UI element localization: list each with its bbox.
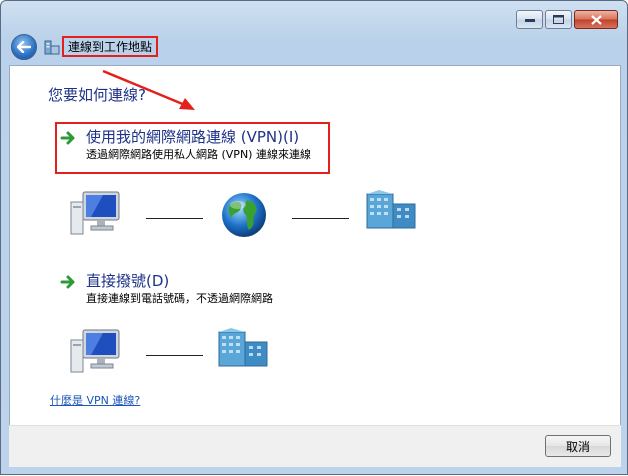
window-title: 連線到工作地點 — [62, 36, 159, 57]
connection-line — [146, 218, 203, 219]
option-vpn[interactable]: 使用我的網際網路連線 (VPN)(I) 透過網際網路使用私人網路 (VPN) 連… — [60, 127, 311, 163]
option-dial-up-text: 直接撥號(D) 直接連線到電話號碼，不透過網際網路 — [86, 271, 273, 307]
back-button[interactable] — [11, 34, 37, 60]
green-arrow-icon — [60, 275, 75, 289]
window-title-text: 連線到工作地點 — [68, 40, 153, 54]
option-dial-up-title: 直接撥號(D) — [86, 272, 170, 290]
connection-line — [292, 218, 349, 219]
option-dial-up[interactable]: 直接撥號(D) 直接連線到電話號碼，不透過網際網路 — [60, 271, 273, 307]
office-building-icon — [366, 190, 416, 229]
computer-icon — [70, 191, 120, 235]
option-dial-up-description: 直接連線到電話號碼，不透過網際網路 — [86, 292, 273, 305]
vpn-help-link[interactable]: 什麼是 VPN 連線? — [50, 392, 140, 408]
option-vpn-title: 使用我的網際網路連線 (VPN)(I) — [86, 128, 300, 146]
network-folder-icon — [44, 40, 60, 55]
back-arrow-icon — [17, 41, 31, 53]
close-icon — [590, 14, 602, 25]
option-vpn-description: 透過網際網路使用私人網路 (VPN) 連線來連線 — [86, 148, 311, 161]
globe-icon — [222, 193, 266, 237]
computer-icon — [70, 329, 120, 373]
green-arrow-icon — [60, 131, 75, 145]
dialog-window: 連線到工作地點 您要如何連線? 使用我的網際網路連線 (VPN)(I) 透過網際… — [0, 0, 628, 475]
minimize-icon — [524, 18, 535, 22]
connection-question: 您要如何連線? — [48, 86, 146, 104]
close-button[interactable] — [574, 10, 618, 29]
maximize-button[interactable] — [545, 10, 572, 29]
option-vpn-text: 使用我的網際網路連線 (VPN)(I) 透過網際網路使用私人網路 (VPN) 連… — [86, 127, 311, 163]
office-building-icon — [218, 328, 268, 367]
caption-buttons — [516, 10, 618, 29]
content-panel: 您要如何連線? 使用我的網際網路連線 (VPN)(I) 透過網際網路使用私人網路… — [9, 65, 621, 467]
footer-bar: 取消 — [9, 425, 621, 467]
maximize-icon — [553, 15, 564, 24]
minimize-button[interactable] — [516, 10, 543, 29]
cancel-button[interactable]: 取消 — [545, 435, 611, 457]
connection-line — [146, 355, 203, 356]
